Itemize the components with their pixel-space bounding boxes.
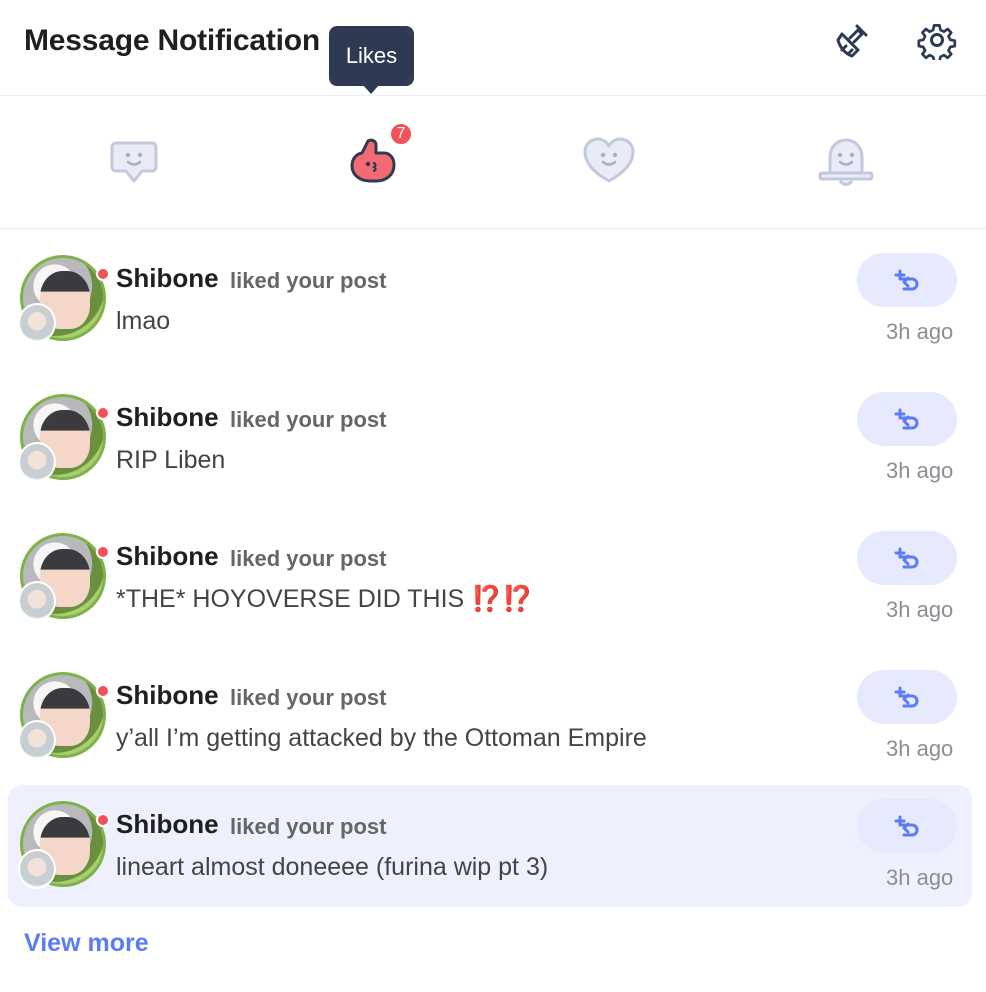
gear-icon[interactable] [917, 20, 957, 60]
interrobang-emoji: ⁉️⁉️ [471, 585, 534, 613]
page-title: Message Notification [24, 24, 321, 57]
heart-smile-icon [583, 137, 635, 183]
tab-comments[interactable] [104, 131, 164, 191]
timestamp: 3h ago [886, 319, 954, 344]
user-name[interactable]: Shibone [116, 541, 219, 572]
view-more-link[interactable]: View more [24, 929, 149, 958]
user-name[interactable]: Shibone [116, 809, 219, 840]
post-text: y’all I’m getting attacked by the Ottoma… [116, 724, 647, 752]
timestamp: 3h ago [886, 865, 954, 890]
reply-button[interactable] [857, 531, 957, 585]
bell-smile-icon [818, 138, 874, 186]
online-dot [96, 684, 110, 698]
reply-icon [894, 686, 919, 708]
post-text: lineart almost doneeee (furina wip pt 3) [116, 853, 549, 881]
timestamp: 3h ago [886, 597, 954, 622]
reply-icon [894, 408, 919, 430]
user-name[interactable]: Shibone [116, 263, 219, 294]
online-dot [96, 813, 110, 827]
avatar[interactable] [18, 670, 110, 762]
action-text: liked your post [230, 814, 387, 839]
post-text-body: *THE* HOYOVERSE DID THIS [116, 585, 465, 613]
list-item[interactable]: Shibone liked your post y’all I’m gettin… [8, 656, 972, 778]
avatar[interactable] [18, 799, 110, 891]
reply-icon [894, 547, 919, 569]
online-dot [96, 406, 110, 420]
broom-icon[interactable] [832, 20, 872, 60]
notification-tabs: 7 [0, 97, 986, 229]
avatar[interactable] [18, 253, 110, 345]
user-name[interactable]: Shibone [116, 402, 219, 433]
likes-count-badge: 7 [389, 122, 413, 146]
list-item[interactable]: Shibone liked your post lmao 3h ago [8, 239, 972, 361]
timestamp: 3h ago [886, 458, 954, 483]
reply-icon [894, 269, 919, 291]
user-name[interactable]: Shibone [116, 680, 219, 711]
header: Message Notification [0, 0, 986, 96]
post-text: RIP Liben [116, 446, 226, 474]
action-text: liked your post [230, 685, 387, 710]
post-text: *THE* HOYOVERSE DID THIS ⁉️⁉️ [116, 585, 533, 614]
reply-button[interactable] [857, 392, 957, 446]
action-text: liked your post [230, 546, 387, 571]
action-text: liked your post [230, 268, 387, 293]
timestamp: 3h ago [886, 736, 954, 761]
list-item[interactable]: Shibone liked your post lineart almost d… [8, 785, 972, 907]
post-text: lmao [116, 307, 171, 335]
action-text: liked your post [230, 407, 387, 432]
list-item[interactable]: Shibone liked your post *THE* HOYOVERSE … [8, 517, 972, 639]
reply-button[interactable] [857, 253, 957, 307]
reply-button[interactable] [857, 670, 957, 724]
avatar[interactable] [18, 392, 110, 484]
tab-follows[interactable] [579, 131, 639, 191]
reply-icon [894, 815, 919, 837]
avatar[interactable] [18, 531, 110, 623]
likes-tooltip: Likes [329, 26, 414, 94]
list-item[interactable]: Shibone liked your post RIP Liben 3h ago [8, 378, 972, 500]
online-dot [96, 545, 110, 559]
tab-system[interactable] [816, 131, 876, 191]
reply-button[interactable] [857, 799, 957, 853]
online-dot [96, 267, 110, 281]
chat-bubble-smile-icon [110, 141, 158, 183]
